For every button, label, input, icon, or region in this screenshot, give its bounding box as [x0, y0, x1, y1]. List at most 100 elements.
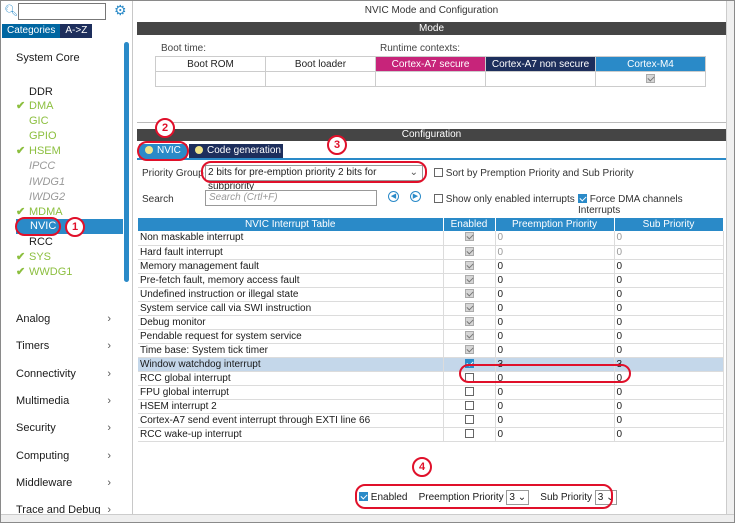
col-header-enabled[interactable]: Enabled	[443, 218, 496, 231]
enabled-checkbox[interactable]	[464, 302, 474, 312]
table-row[interactable]: Undefined instruction or illegal state 0 0	[138, 287, 724, 302]
sub-priority-cell[interactable]: 0	[614, 273, 724, 288]
preemption-priority-cell[interactable]: 0	[495, 259, 615, 274]
table-row[interactable]: Memory management fault 0 0	[138, 259, 724, 274]
sidebar-item-hsem[interactable]: ✔ HSEM	[16, 145, 61, 158]
sidebar-item-iwdg1[interactable]: IWDG1	[16, 176, 65, 189]
interrupt-search-input[interactable]: Search (Crtl+F)	[205, 190, 377, 206]
col-header-preemption[interactable]: Preemption Priority	[495, 218, 615, 231]
enabled-checkbox[interactable]	[464, 260, 474, 270]
preemption-priority-cell[interactable]: 0	[495, 301, 615, 316]
enabled-checkbox[interactable]	[464, 344, 474, 354]
sidebar-item-iwdg2[interactable]: IWDG2	[16, 191, 65, 204]
enabled-cell[interactable]	[443, 385, 496, 400]
enabled-checkbox[interactable]	[464, 246, 474, 256]
preemption-priority-cell[interactable]: 0	[495, 343, 615, 358]
enabled-cell[interactable]	[443, 287, 496, 302]
sub-priority-cell[interactable]: 0	[614, 315, 724, 330]
bottom-scrollbar[interactable]	[0, 514, 735, 523]
table-row[interactable]: FPU global interrupt 0 0	[138, 385, 724, 400]
sub-priority-cell[interactable]: 0	[614, 343, 724, 358]
tab-a-z[interactable]: A->Z	[60, 24, 93, 38]
table-row[interactable]: Pendable request for system service 0 0	[138, 329, 724, 344]
preemption-priority-cell[interactable]: 0	[495, 427, 615, 442]
sidebar-item-gic[interactable]: GIC	[16, 115, 49, 128]
table-row[interactable]: Non maskable interrupt 0 0	[138, 231, 724, 246]
sub-priority-cell[interactable]: 0	[614, 301, 724, 316]
sub-priority-cell[interactable]: 0	[614, 245, 724, 260]
preemption-priority-cell[interactable]: 0	[495, 315, 615, 330]
table-row[interactable]: Cortex-A7 send event interrupt through E…	[138, 413, 724, 428]
table-row[interactable]: Debug monitor 0 0	[138, 315, 724, 330]
tab-categories[interactable]: Categories	[2, 24, 61, 38]
sidebar-category-computing[interactable]: Computing ›	[16, 449, 111, 463]
table-row[interactable]: System service call via SWI instruction 0…	[138, 301, 724, 316]
table-row[interactable]: Hard fault interrupt 0 0	[138, 245, 724, 260]
sidebar-category-analog[interactable]: Analog ›	[16, 312, 111, 326]
enabled-cell[interactable]	[443, 315, 496, 330]
sub-priority-cell[interactable]: 0	[614, 399, 724, 414]
table-row[interactable]: Time base: System tick timer 0 0	[138, 343, 724, 358]
table-row[interactable]: Window watchdog interrupt 3 3	[138, 357, 724, 372]
sidebar-item-sys[interactable]: ✔ SYS	[16, 251, 51, 264]
preemption-priority-cell[interactable]: 0	[495, 385, 615, 400]
enabled-cell[interactable]	[443, 427, 496, 442]
enabled-cell[interactable]	[443, 273, 496, 288]
search-next-icon[interactable]: ▶	[410, 191, 421, 202]
enabled-checkbox[interactable]	[464, 288, 474, 298]
sidebar-category-security[interactable]: Security ›	[16, 421, 111, 435]
force-dma-checkbox[interactable]	[578, 194, 587, 203]
enabled-cell[interactable]	[443, 259, 496, 274]
sidebar-item-rcc[interactable]: RCC	[16, 236, 53, 249]
enabled-checkbox[interactable]	[464, 232, 474, 242]
sidebar-item-gpio[interactable]: GPIO	[16, 130, 57, 143]
mode-cell-4[interactable]	[595, 71, 706, 87]
sidebar-item-ipcc[interactable]: IPCC	[16, 160, 55, 173]
main-scrollbar[interactable]	[726, 0, 735, 523]
show-enabled-checkbox[interactable]	[434, 194, 443, 203]
enabled-checkbox[interactable]	[464, 316, 474, 326]
enabled-cell[interactable]	[443, 231, 496, 246]
sort-checkbox[interactable]	[434, 168, 443, 177]
cortex-m4-checkbox[interactable]	[646, 73, 655, 83]
enabled-cell[interactable]	[443, 343, 496, 358]
preemption-priority-cell[interactable]: 0	[495, 413, 615, 428]
preemption-priority-cell[interactable]: 0	[495, 231, 615, 246]
sidebar-scrollbar[interactable]	[124, 42, 129, 282]
enabled-checkbox[interactable]	[464, 414, 474, 424]
col-header-sub-priority[interactable]: Sub Priority	[614, 218, 724, 231]
table-row[interactable]: RCC global interrupt 0 0	[138, 371, 724, 386]
sub-priority-cell[interactable]: 0	[614, 259, 724, 274]
force-dma-option[interactable]: Force DMA channels Interrupts	[578, 194, 726, 216]
enabled-cell[interactable]	[443, 301, 496, 316]
enabled-cell[interactable]	[443, 329, 496, 344]
table-row[interactable]: RCC wake-up interrupt 0 0	[138, 427, 724, 442]
sidebar-category-multimedia[interactable]: Multimedia ›	[16, 394, 111, 408]
preemption-priority-cell[interactable]: 0	[495, 287, 615, 302]
enabled-checkbox[interactable]	[464, 400, 474, 410]
section-title-system-core[interactable]: System Core	[16, 52, 80, 64]
search-prev-icon[interactable]: ◀	[388, 191, 399, 202]
table-row[interactable]: Pre-fetch fault, memory access fault 0 0	[138, 273, 724, 288]
sidebar-search-input[interactable]	[18, 3, 106, 20]
sub-priority-cell[interactable]: 0	[614, 413, 724, 428]
gear-icon[interactable]: ⚙	[114, 2, 127, 19]
sub-priority-cell[interactable]: 0	[614, 427, 724, 442]
enabled-checkbox[interactable]	[464, 330, 474, 340]
sidebar-category-timers[interactable]: Timers ›	[16, 339, 111, 353]
enabled-cell[interactable]	[443, 413, 496, 428]
show-enabled-option[interactable]: Show only enabled interrupts	[434, 194, 575, 205]
sub-priority-cell[interactable]: 0	[614, 385, 724, 400]
sort-option[interactable]: Sort by Premption Priority and Sub Prior…	[434, 168, 634, 179]
sub-priority-cell[interactable]: 3	[614, 357, 724, 372]
enabled-checkbox[interactable]	[464, 428, 474, 438]
sidebar-item-ddr[interactable]: DDR	[16, 86, 53, 99]
sub-priority-cell[interactable]: 0	[614, 329, 724, 344]
sidebar-item-wwdg1[interactable]: ✔ WWDG1	[16, 266, 72, 279]
sidebar-item-dma[interactable]: ✔ DMA	[16, 100, 53, 113]
preemption-priority-cell[interactable]: 0	[495, 245, 615, 260]
enabled-checkbox[interactable]	[464, 386, 474, 396]
enabled-cell[interactable]	[443, 245, 496, 260]
sidebar-category-connectivity[interactable]: Connectivity ›	[16, 367, 111, 381]
sub-priority-cell[interactable]: 0	[614, 287, 724, 302]
